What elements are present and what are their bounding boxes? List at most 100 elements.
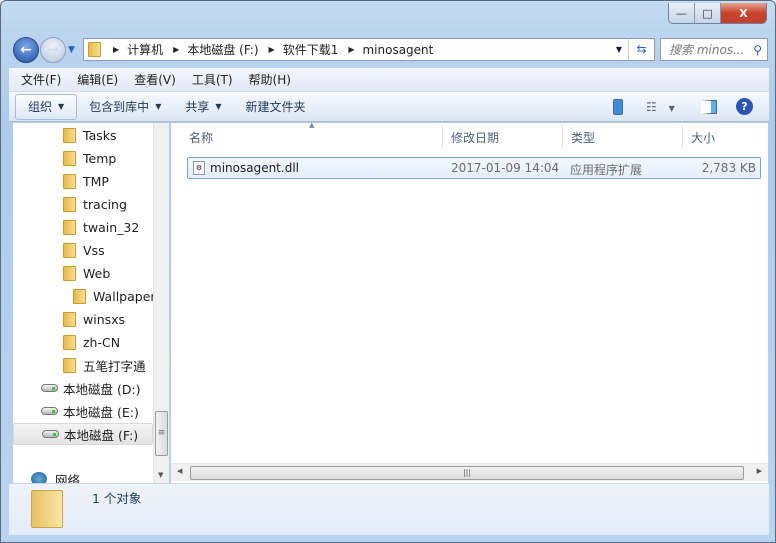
chevron-right-icon[interactable]: ▶: [269, 45, 275, 54]
chevron-right-icon[interactable]: ▶: [348, 45, 354, 54]
tree-label: Vss: [83, 242, 105, 258]
maximize-button[interactable]: □: [695, 3, 721, 23]
tree-label: Wallpaper: [93, 288, 156, 304]
column-size[interactable]: 大小: [683, 125, 768, 149]
folder-icon: [63, 242, 76, 258]
folder-icon: [63, 127, 76, 143]
chevron-right-icon[interactable]: ▶: [113, 45, 119, 54]
crumb-downloads[interactable]: 软件下载1: [283, 41, 339, 58]
tree-item-drive-f[interactable]: 本地磁盘 (F:): [13, 423, 153, 445]
item-count: 1 个对象: [92, 491, 142, 506]
tree-label: tracing: [83, 196, 127, 212]
view-options-icon[interactable]: ☷ ▼: [646, 100, 675, 114]
phone-icon[interactable]: [613, 98, 623, 115]
drive-icon: [42, 430, 59, 438]
scrollbar-thumb[interactable]: ≡: [155, 411, 168, 456]
tree-label: TMP: [83, 173, 109, 189]
navigation-pane: Tasks Temp TMP tracing twain_32 Vss Web …: [13, 123, 168, 483]
tree-item-zh-cn[interactable]: zh-CN: [63, 331, 120, 353]
column-type[interactable]: 类型: [563, 125, 683, 149]
tree-label: Tasks: [83, 127, 117, 143]
close-button[interactable]: X: [721, 3, 766, 23]
tree-label: 本地磁盘 (D:): [63, 381, 141, 397]
tree-item-drive-d[interactable]: 本地磁盘 (D:): [41, 377, 141, 399]
crumb-computer[interactable]: 计算机: [127, 41, 163, 58]
tree-item-wubi[interactable]: 五笔打字通: [63, 354, 146, 376]
tree-item-wallpaper[interactable]: Wallpaper: [73, 285, 156, 307]
menu-view[interactable]: 查看(V): [134, 71, 176, 88]
tree-item-drive-e[interactable]: 本地磁盘 (E:): [41, 400, 139, 422]
menu-tools[interactable]: 工具(T): [192, 71, 233, 88]
tree-label: 本地磁盘 (E:): [63, 404, 139, 420]
chevron-down-icon: ▼: [58, 102, 65, 111]
folder-icon: [63, 265, 76, 281]
tree-label: 本地磁盘 (F:): [64, 427, 139, 443]
address-bar[interactable]: ▶ 计算机 ▶ 本地磁盘 (F:) ▶ 软件下载1 ▶ minosagent ▼…: [83, 38, 655, 61]
scroll-right-icon[interactable]: ▶: [757, 467, 762, 475]
column-label: 类型: [571, 130, 596, 145]
tree-item-web[interactable]: Web: [63, 262, 110, 284]
share-button[interactable]: 共享 ▼: [173, 94, 233, 120]
new-folder-label: 新建文件夹: [245, 100, 306, 114]
include-label: 包含到库中: [89, 100, 150, 114]
tree-label: 五笔打字通: [83, 358, 146, 374]
folder-icon: [73, 288, 86, 304]
help-icon[interactable]: ?: [736, 98, 753, 115]
menu-help[interactable]: 帮助(H): [249, 71, 291, 88]
crumb-drive-f[interactable]: 本地磁盘 (F:): [187, 41, 258, 58]
chevron-down-icon: ▼: [215, 102, 222, 111]
organize-label: 组织: [28, 100, 53, 114]
crumb-minosagent[interactable]: minosagent: [362, 43, 433, 57]
details-pane: 1 个对象: [9, 483, 769, 535]
menu-bar: 文件(F) 编辑(E) 查看(V) 工具(T) 帮助(H): [9, 68, 769, 92]
dll-file-icon: ⚙: [193, 161, 205, 175]
folder-icon: [88, 42, 101, 57]
nav-vertical-scrollbar[interactable]: ≡ ▼: [153, 123, 169, 483]
scrollbar-thumb[interactable]: |||: [190, 466, 744, 480]
tree-item-tracing[interactable]: tracing: [63, 193, 127, 215]
folder-icon: [63, 219, 76, 235]
column-date[interactable]: 修改日期: [443, 125, 563, 149]
tree-item-tmp[interactable]: TMP: [63, 170, 109, 192]
tree-label: winsxs: [83, 311, 126, 327]
explorer-window: — □ X ← → ▼ ▶ 计算机 ▶ 本地磁盘 (F:) ▶ 软件下载1 ▶ …: [0, 0, 776, 543]
refresh-icon[interactable]: ⇆: [628, 39, 654, 60]
new-folder-button[interactable]: 新建文件夹: [234, 94, 318, 120]
caption-buttons: — □ X: [668, 3, 767, 24]
back-button[interactable]: ←: [13, 37, 39, 63]
recent-pages-dropdown-icon[interactable]: ▼: [68, 45, 75, 55]
chevron-right-icon[interactable]: ▶: [173, 45, 179, 54]
command-bar: 组织 ▼ 包含到库中 ▼ 共享 ▼ 新建文件夹 ☷ ▼ ?: [9, 92, 769, 122]
tree-label: Web: [83, 265, 111, 281]
tree-label: twain_32: [83, 219, 140, 235]
search-input[interactable]: 搜索 minos... ⚲: [660, 38, 768, 61]
horizontal-scrollbar[interactable]: ◀ ||| ▶: [171, 463, 768, 481]
column-label: 修改日期: [451, 130, 500, 145]
tree-item-vss[interactable]: Vss: [63, 239, 105, 261]
preview-pane-icon[interactable]: [701, 99, 717, 114]
search-icon[interactable]: ⚲: [753, 43, 762, 57]
nav-buttons: ← → ▼: [13, 37, 75, 63]
drive-icon: [41, 384, 58, 392]
organize-button[interactable]: 组织 ▼: [15, 93, 78, 120]
file-name: minosagent.dll: [210, 161, 299, 175]
tree-item-tasks[interactable]: Tasks: [63, 124, 117, 146]
folder-icon: [63, 196, 76, 212]
tree-item-twain32[interactable]: twain_32: [63, 216, 139, 238]
tree-item-network[interactable]: 网络: [31, 468, 80, 483]
tree-item-temp[interactable]: Temp: [63, 147, 116, 169]
tree-label: zh-CN: [83, 334, 121, 350]
menu-file[interactable]: 文件(F): [21, 71, 61, 88]
tree-label: 网络: [55, 472, 81, 484]
column-name[interactable]: 名称 ▲: [181, 121, 443, 149]
forward-button[interactable]: →: [40, 37, 66, 63]
tree-label: Temp: [83, 150, 117, 166]
scroll-left-icon[interactable]: ◀: [177, 467, 182, 475]
include-in-library-button[interactable]: 包含到库中 ▼: [77, 94, 173, 120]
scroll-down-icon[interactable]: ▼: [158, 471, 163, 479]
address-dropdown-icon[interactable]: ▼: [616, 45, 622, 54]
menu-edit[interactable]: 编辑(E): [77, 71, 118, 88]
minimize-button[interactable]: —: [669, 3, 695, 23]
file-row[interactable]: ⚙ minosagent.dll 2017-01-09 14:04 应用程序扩展…: [187, 157, 761, 179]
tree-item-winsxs[interactable]: winsxs: [63, 308, 125, 330]
